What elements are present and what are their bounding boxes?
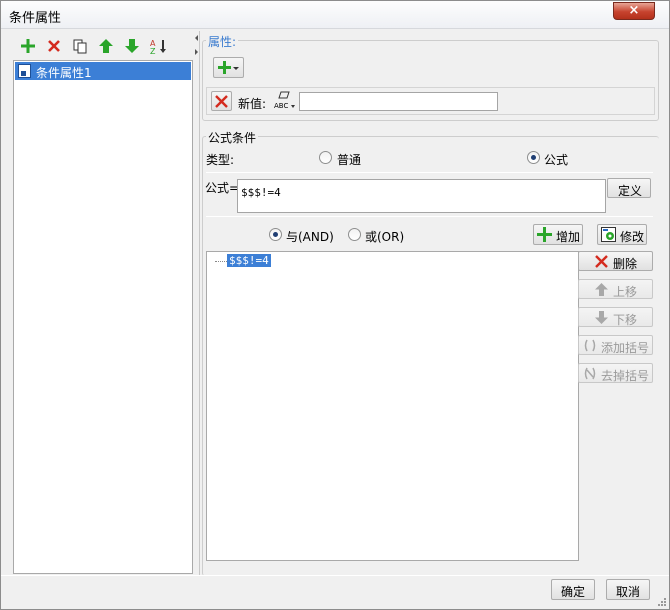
copy-icon [73, 39, 87, 54]
close-button[interactable]: × [613, 2, 655, 20]
condition-tree: $$$!=4 [206, 251, 579, 561]
add-button[interactable] [17, 35, 39, 57]
delete-condition-button[interactable]: 删除 [578, 251, 653, 271]
footer-divider [1, 575, 669, 576]
type-normal-radio[interactable] [319, 151, 332, 164]
add-icon [537, 227, 552, 242]
formula-input[interactable]: $$$!=4 [237, 179, 606, 213]
logic-or-label: 或(OR) [365, 230, 405, 244]
type-formula-radio[interactable] [527, 151, 540, 164]
move-down-icon [595, 311, 608, 324]
type-formula-label: 公式 [544, 153, 569, 167]
type-label: 类型: [206, 153, 235, 167]
panel-splitter[interactable] [194, 31, 200, 575]
add-bracket-button[interactable]: 添加括号 [578, 335, 653, 355]
logic-or-radio[interactable] [348, 228, 361, 241]
sort-button[interactable]: A Z [147, 35, 169, 57]
move-up-icon [99, 39, 113, 53]
formula-label: 公式= [205, 181, 240, 195]
type-normal-label: 普通 [337, 153, 362, 167]
delete-button[interactable] [43, 35, 65, 57]
delete-icon [48, 40, 60, 52]
add-condition-button[interactable]: 增加 [533, 224, 583, 245]
move-up-icon [595, 283, 608, 296]
formula-condition-title: 公式条件 [206, 129, 259, 146]
tree-node[interactable]: $$$!=4 [227, 254, 271, 267]
attributes-group-title: 属性: [206, 33, 239, 50]
sort-icon: A Z [150, 39, 166, 54]
dialog-window: 条件属性 × A Z 条件属性1 属性: 新值: ABC 公式条件 类型: 普通… [0, 0, 670, 610]
delete-icon [595, 255, 608, 268]
move-down-button[interactable] [121, 35, 143, 57]
divider [206, 216, 653, 217]
move-up-button[interactable] [95, 35, 117, 57]
move-up-condition-button[interactable]: 上移 [578, 279, 653, 299]
tree-connector [215, 261, 227, 262]
define-button[interactable]: 定义 [607, 178, 651, 198]
formula-input-text: $$$!=4 [241, 186, 281, 199]
logic-and-label: 与(AND) [286, 230, 334, 244]
list-item-label: 条件属性1 [36, 66, 92, 80]
bracket-icon [584, 339, 596, 352]
remove-bracket-button[interactable]: 去掉括号 [578, 363, 653, 383]
move-down-icon [125, 39, 139, 53]
condition-doc-icon [18, 64, 31, 78]
edit-gear-icon [601, 227, 616, 242]
remove-bracket-icon [584, 367, 596, 380]
new-value-input[interactable] [299, 92, 498, 111]
add-attribute-dropdown[interactable] [213, 57, 244, 78]
new-value-row: 新值: ABC [206, 87, 655, 115]
move-down-condition-button[interactable]: 下移 [578, 307, 653, 327]
add-dropdown-icon [218, 61, 239, 74]
resize-grip-icon[interactable] [657, 597, 667, 607]
list-item[interactable]: 条件属性1 [15, 62, 191, 80]
ok-button[interactable]: 确定 [551, 579, 595, 600]
delete-icon [215, 95, 228, 108]
left-toolbar: A Z [14, 35, 192, 59]
condition-list: 条件属性1 [13, 60, 193, 574]
close-icon: × [628, 3, 640, 18]
copy-button[interactable] [69, 35, 91, 57]
clear-value-button[interactable] [211, 91, 232, 111]
svg-text:ABC: ABC [274, 102, 288, 110]
modify-condition-button[interactable]: 修改 [597, 224, 647, 245]
divider [206, 172, 653, 173]
cancel-button[interactable]: 取消 [606, 579, 650, 600]
window-title: 条件属性 [9, 11, 62, 26]
new-value-label: 新值: [238, 97, 267, 111]
svg-text:Z: Z [150, 47, 156, 54]
attributes-group: 属性: 新值: ABC [202, 33, 659, 121]
add-icon [21, 39, 35, 53]
title-bar: 条件属性 × [1, 1, 669, 29]
text-abc-icon[interactable]: ABC [273, 91, 295, 111]
logic-and-radio[interactable] [269, 228, 282, 241]
